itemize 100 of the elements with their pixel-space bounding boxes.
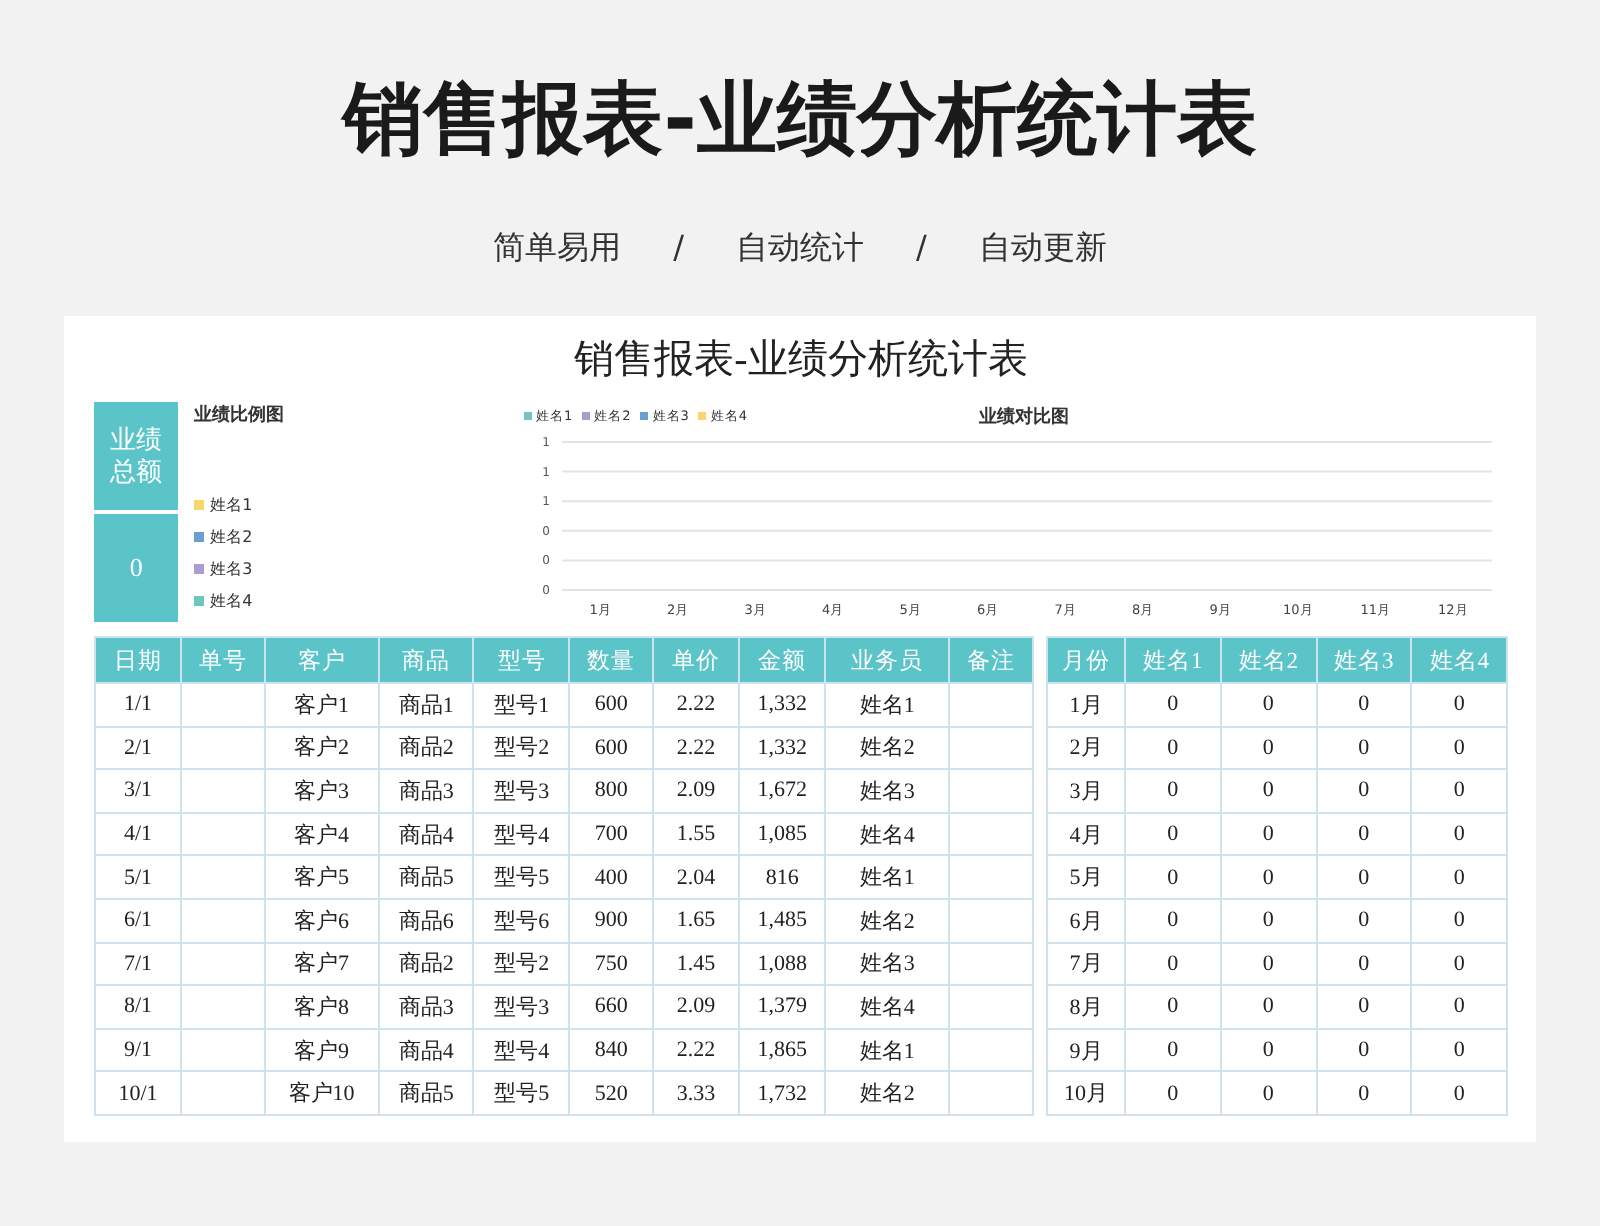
- table-cell: 商品2: [398, 952, 454, 977]
- table-cell: 2.09: [676, 778, 716, 803]
- table-cell: 姓名2: [859, 736, 915, 761]
- table-cell: 姓名1: [859, 693, 915, 718]
- column-header: 客户: [264, 637, 379, 683]
- table-cell: 600: [594, 692, 628, 717]
- table-cell: 商品1: [398, 693, 454, 718]
- table-cell: 600: [594, 735, 628, 760]
- column-header: 商品: [378, 637, 474, 683]
- subtitle-text: 自动统计: [736, 228, 864, 270]
- table-cell: 1,672: [757, 778, 807, 803]
- table-cell: 900: [594, 908, 628, 933]
- table-cell: 0: [1167, 778, 1179, 803]
- table-cell: 0: [1167, 951, 1179, 976]
- table-cell: 0: [1453, 994, 1465, 1019]
- table-cell: 3月: [1069, 779, 1103, 804]
- table-cell: 0: [1453, 908, 1465, 933]
- table-cell: 2/1: [123, 735, 153, 760]
- table-cell: 客户4: [294, 823, 350, 848]
- table-cell: 3/1: [123, 778, 153, 803]
- table-cell: 姓名4: [859, 823, 915, 848]
- table-cell: 客户8: [294, 995, 350, 1020]
- column-header: 业务员: [825, 637, 950, 683]
- table-cell: 姓名2: [859, 909, 915, 934]
- column-header: 单号: [181, 637, 265, 683]
- table-cell: 0: [1262, 951, 1274, 976]
- table-cell: 商品4: [398, 1039, 454, 1064]
- table-cell: 7/1: [123, 951, 153, 976]
- table-cell: 800: [594, 778, 628, 803]
- subtitle-text: /: [673, 228, 684, 270]
- subtitle-text: /: [916, 228, 927, 270]
- table-cell: 0: [1453, 951, 1465, 976]
- table-cell: 客户2: [294, 736, 350, 761]
- table-cell: 2.22: [676, 735, 716, 760]
- table-cell: 0: [1262, 1081, 1274, 1106]
- table-cell: 0: [1453, 735, 1465, 760]
- legend-label: 姓名3: [210, 558, 253, 580]
- table-cell: 姓名3: [859, 952, 915, 977]
- subtitle-text: 自动更新: [978, 228, 1107, 270]
- table-cell: 0: [1262, 692, 1274, 717]
- table-cell: 姓名4: [859, 995, 915, 1020]
- table-cell: 0: [1167, 865, 1179, 890]
- table-cell: 客户10: [288, 1082, 355, 1107]
- table-cell: 0: [1453, 822, 1465, 847]
- table-cell: 5月: [1069, 866, 1103, 891]
- table-cell: 0: [1167, 822, 1179, 847]
- table-cell: 6月: [1069, 909, 1103, 934]
- table-cell: 7月: [1069, 952, 1103, 977]
- table-cell: 型号2: [494, 952, 550, 977]
- table-cell: 0: [1453, 1038, 1465, 1063]
- table-cell: 1,732: [757, 1081, 807, 1106]
- column-header: 月份: [1047, 637, 1125, 683]
- table-cell: 840: [594, 1038, 628, 1063]
- page-title: 销售报表-业绩分析统计表: [343, 72, 1257, 168]
- table-cell: 0: [1358, 994, 1370, 1019]
- table-cell: 型号2: [494, 736, 550, 761]
- table-cell: 0: [1262, 735, 1274, 760]
- table-cell: 1.65: [676, 908, 716, 933]
- subtitle-text: 简单易用: [493, 228, 622, 270]
- table-cell: 0: [1262, 865, 1274, 890]
- column-header: 数量: [569, 637, 654, 683]
- sheet-title: 销售报表-业绩分析统计表: [574, 336, 1028, 386]
- table-cell: 商品5: [398, 1082, 454, 1107]
- table-cell: 2.04: [676, 865, 716, 890]
- table-cell: 10/1: [118, 1081, 158, 1106]
- table-cell: 1,485: [757, 908, 807, 933]
- table-cell: 型号5: [494, 866, 550, 891]
- column-header: 姓名2: [1220, 637, 1316, 683]
- table-cell: 0: [1358, 1081, 1370, 1106]
- table-cell: 0: [1358, 865, 1370, 890]
- table-cell: 0: [1358, 1038, 1370, 1063]
- total-label: 业绩总额: [94, 402, 179, 510]
- legend-label: 姓名2: [210, 526, 253, 548]
- table-cell: 型号5: [494, 1082, 550, 1107]
- table-cell: 700: [594, 822, 628, 847]
- table-cell: 型号4: [494, 823, 550, 848]
- table-cell: 3.33: [676, 1081, 716, 1106]
- column-header: 型号: [473, 637, 570, 683]
- table-cell: 0: [1358, 692, 1370, 717]
- table-cell: 1,379: [757, 994, 807, 1019]
- table-cell: 0: [1167, 1081, 1179, 1106]
- table-cell: 520: [594, 1081, 628, 1106]
- table-cell: 1月: [1069, 693, 1103, 718]
- table-cell: 0: [1358, 735, 1370, 760]
- table-cell: 2.22: [676, 1038, 716, 1063]
- column-header: 姓名4: [1411, 637, 1507, 683]
- table-cell: 4/1: [123, 822, 153, 847]
- table-cell: 0: [1358, 822, 1370, 847]
- table-cell: 型号6: [494, 909, 550, 934]
- table-cell: 0: [1453, 692, 1465, 717]
- table-cell: 8月: [1069, 995, 1103, 1020]
- column-header: 姓名3: [1316, 637, 1412, 683]
- table-cell: 0: [1453, 865, 1465, 890]
- table-cell: 商品6: [398, 909, 454, 934]
- table-cell: 商品2: [398, 736, 454, 761]
- column-header: 单价: [653, 637, 740, 683]
- table-cell: 2.22: [676, 692, 716, 717]
- table-cell: 5/1: [123, 865, 153, 890]
- table-cell: 660: [594, 994, 628, 1019]
- chart-title: 业绩比例图: [194, 402, 287, 428]
